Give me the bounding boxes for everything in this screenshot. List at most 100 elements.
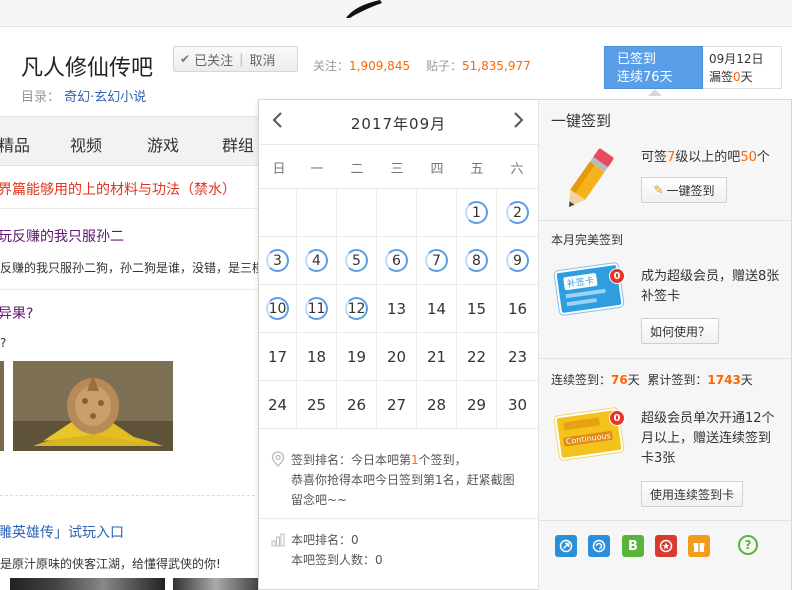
calendar-day-number: 13	[386, 299, 407, 318]
calendar-day-cell: 26	[337, 381, 377, 429]
calendar-day-number: 21	[426, 347, 447, 366]
badge-medal-icon[interactable]	[655, 535, 677, 557]
check-icon: ✔	[180, 52, 191, 66]
calendar-day-cell	[417, 189, 457, 237]
calendar-day-cell: 9	[497, 237, 538, 285]
retro-card-count-badge: 0	[609, 268, 625, 284]
onekey-sign-button[interactable]: ✎ 一键签到	[641, 177, 727, 203]
continuous-card-label: Continuous	[563, 430, 614, 447]
sign-rank-section: 签到排名：今日本吧第1个签到， 恭喜你抢得本吧今日签到第1名，赶紧截图 留念吧~…	[259, 431, 538, 519]
thread-title[interactable]: 界篇能够用的上的材料与功法（禁水）	[0, 179, 236, 199]
calendar-day-cell: 12	[337, 285, 377, 333]
total-days: 1743	[707, 373, 741, 387]
thread-divider	[0, 495, 260, 496]
forum-catalog: 目录： 奇幻·玄幻小说	[21, 86, 146, 105]
streak-days: 76	[611, 373, 628, 387]
sign-date-info: 09月12日 漏签0天	[703, 46, 782, 89]
calendar-day-cell: 15	[457, 285, 497, 333]
calendar-day-cell: 5	[337, 237, 377, 285]
sign-stats: 连续签到：76天 累计签到：1743天	[551, 373, 753, 387]
forum-banner	[0, 0, 792, 27]
weekday-label: 三	[390, 162, 404, 177]
follow-button[interactable]: ✔ 已关注 | 取消	[173, 46, 298, 72]
calendar-day-cell	[259, 189, 297, 237]
thread-divider	[0, 289, 260, 290]
refresh-sign-icon[interactable]	[588, 535, 610, 557]
calendar-day-number: 8	[465, 249, 488, 272]
forum-nav: 精品 视频 游戏 群组	[0, 116, 260, 166]
gift-icon[interactable]	[688, 535, 710, 557]
thread-image-thumbnail[interactable]	[0, 361, 4, 451]
calendar-day-number: 14	[426, 299, 447, 318]
side-divider	[539, 520, 792, 521]
calendar-day-number: 12	[345, 297, 368, 320]
calendar-day-cell: 8	[457, 237, 497, 285]
calendar-day-number: 2	[506, 201, 529, 224]
calendar-day-number: 1	[465, 201, 488, 224]
nav-tab-video[interactable]: 视频	[70, 132, 102, 156]
help-question-icon[interactable]: ?	[738, 535, 758, 555]
calendar-weekday-row: 日 一 二 三 四 五 六	[259, 145, 538, 189]
thread-image-thumbnail[interactable]	[173, 578, 258, 590]
how-to-use-button[interactable]: 如何使用？	[641, 318, 719, 344]
calendar-day-cell: 16	[497, 285, 538, 333]
forum-rank-section: 本吧排名：0 本吧签到人数：0	[259, 519, 538, 590]
thread-excerpt: 是原汁原味的侠客江湖，给懂得武侠的你!	[0, 557, 221, 571]
thread-excerpt: 反赚的我只服孙二狗，孙二狗是谁，没错，是三楼	[0, 261, 265, 275]
calendar-day-number: 26	[346, 395, 367, 414]
calendar-day-number: 22	[466, 347, 487, 366]
use-continuous-card-button[interactable]: 使用连续签到卡	[641, 481, 743, 507]
share-icon[interactable]	[555, 535, 577, 557]
calendar-day-number: 23	[507, 347, 528, 366]
calendar-day-cell: 19	[337, 333, 377, 381]
weekday-label: 日	[272, 162, 286, 177]
perfect-sign-text: 成为超级会员，赠送8张补签卡	[641, 269, 780, 304]
calendar-day-number: 9	[506, 249, 529, 272]
unfollow-link[interactable]: 取消	[249, 50, 275, 69]
sign-status-text: 已签到	[617, 52, 657, 67]
calendar-day-number: 17	[267, 347, 288, 366]
catalog-link[interactable]: 奇幻·玄幻小说	[64, 90, 146, 105]
calendar-day-cell: 20	[377, 333, 417, 381]
calendar-day-cell: 27	[377, 381, 417, 429]
follow-stat-label: 关注：	[313, 59, 350, 73]
calendar-day-number: 18	[306, 347, 327, 366]
thread-image-thumbnail[interactable]	[13, 361, 173, 451]
calendar-day-cell: 28	[417, 381, 457, 429]
nav-tab-games[interactable]: 游戏	[147, 132, 179, 156]
sign-date: 09月12日	[709, 52, 764, 66]
missed-days: 漏签0天	[709, 70, 753, 84]
forum-name[interactable]: 凡人修仙传吧	[21, 50, 153, 82]
continuous-sign-text: 超级会员单次开通12个月以上，赠送连续签到卡3张	[641, 411, 775, 466]
follow-count: 1,909,845	[349, 59, 411, 73]
catalog-label: 目录：	[21, 90, 61, 105]
calendar-day-number: 4	[305, 249, 328, 272]
sign-in-calendar-popup: 2017年09月 日 一 二 三 四 五 六 1 2 3 4 5 6 7 8 9 10 11 12 13…	[258, 99, 792, 590]
thread-title[interactable]: 雕英雄传」试玩入口	[0, 522, 124, 542]
bar-chart-icon	[271, 533, 285, 549]
calendar-day-number: 29	[466, 395, 487, 414]
plant-photo	[13, 361, 173, 451]
calendar-day-number: 11	[305, 297, 328, 320]
posts-count: 51,835,977	[462, 59, 531, 73]
calendar-day-number: 15	[466, 299, 487, 318]
calendar-day-number: 28	[426, 395, 447, 414]
calendar-day-cell: 3	[259, 237, 297, 285]
member-b-icon[interactable]: B	[622, 535, 644, 557]
sign-in-status-button[interactable]: 已签到 连续76天	[604, 46, 703, 89]
thread-title[interactable]: 玩反赚的我只服孙二	[0, 226, 124, 246]
calendar-day-cell: 21	[417, 333, 457, 381]
calendar-day-cell: 11	[297, 285, 337, 333]
onekey-count: 50	[740, 150, 757, 165]
thread-image-thumbnail[interactable]	[10, 578, 165, 590]
sign-side-panel: 一键签到 可签7级以上的吧50个 ✎ 一键签到 本月完美签到 补签卡 0 成为超级…	[538, 100, 792, 590]
next-month-chevron-right-icon[interactable]	[513, 111, 525, 134]
perfect-sign-title: 本月完美签到	[551, 233, 624, 247]
nav-tab-featured[interactable]: 精品	[0, 132, 30, 156]
thread-excerpt: ?	[0, 336, 7, 350]
weekday-label: 六	[510, 162, 524, 177]
calendar-panel: 2017年09月 日 一 二 三 四 五 六 1 2 3 4 5 6 7 8 9 10 11 12 13…	[259, 100, 538, 590]
thread-title[interactable]: 异果?	[0, 303, 33, 323]
calendar-day-cell: 14	[417, 285, 457, 333]
nav-tab-groups[interactable]: 群组	[222, 132, 254, 156]
